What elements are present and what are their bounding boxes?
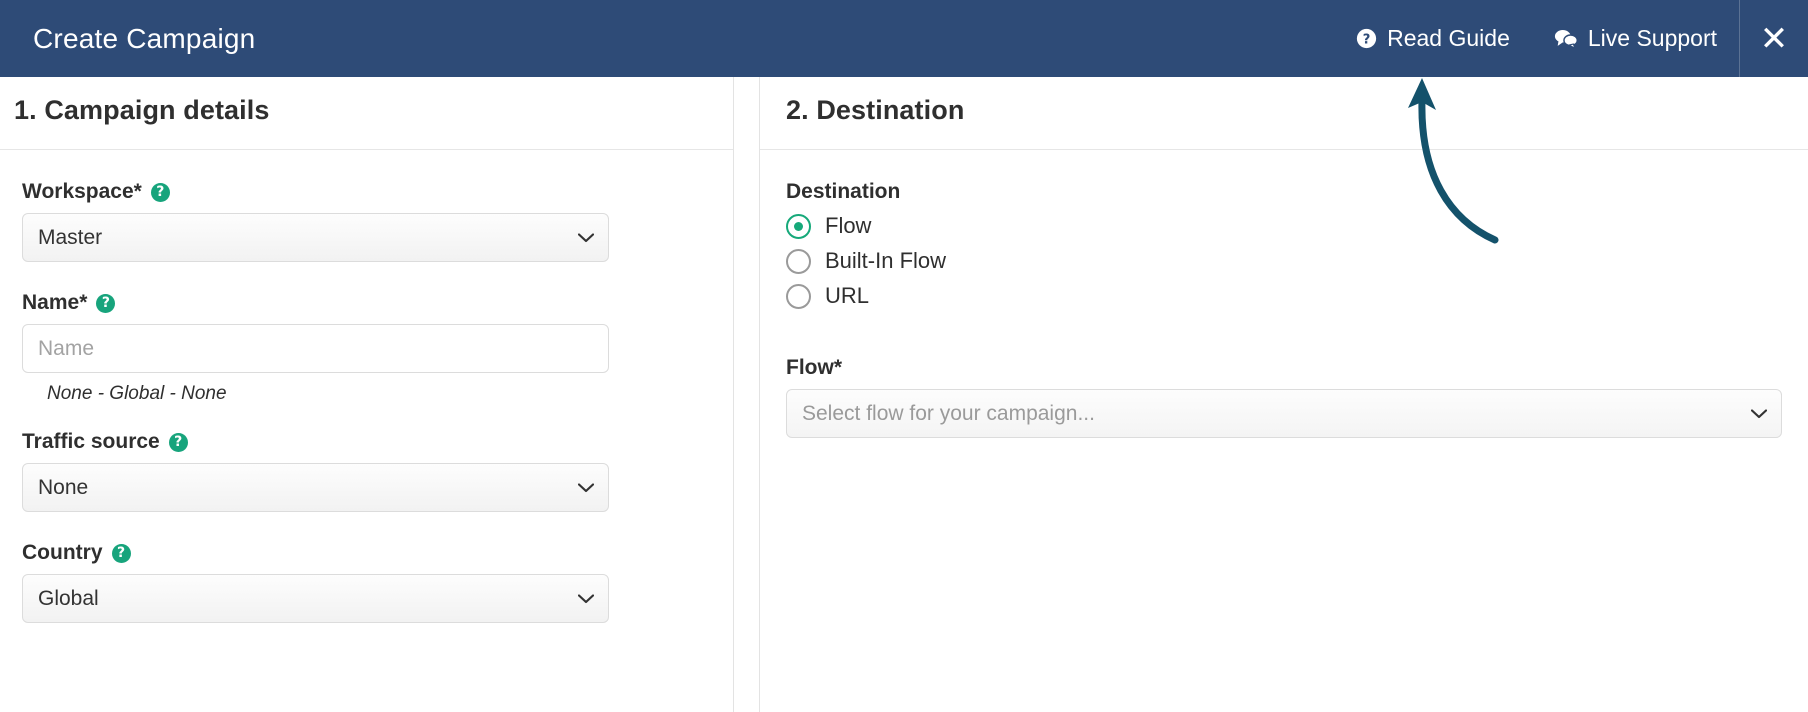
radio-icon-flow[interactable] (786, 213, 811, 239)
campaign-details-panel: 1. Campaign details Workspace* ? Master (0, 77, 733, 712)
country-help-icon[interactable]: ? (111, 543, 131, 563)
radio-label-flow: Flow (825, 213, 872, 238)
flow-label: Flow* (786, 356, 842, 379)
workspace-label-row: Workspace* ? (22, 180, 719, 204)
workspace-field: Workspace* ? Master (22, 180, 719, 262)
flow-placeholder: Select flow for your campaign... (802, 401, 1095, 425)
chevron-down-icon (578, 230, 594, 246)
flow-field: Flow* Select flow for your campaign... (786, 356, 1782, 438)
close-icon: ✕ (1759, 18, 1789, 59)
name-help-icon[interactable]: ? (96, 293, 116, 313)
flow-label-row: Flow* (786, 356, 1782, 380)
radio-icon-url[interactable] (786, 283, 811, 309)
campaign-details-title: 1. Campaign details (14, 95, 270, 125)
traffic-source-label: Traffic source (22, 430, 160, 453)
name-label: Name* (22, 291, 88, 314)
chevron-down-icon (1751, 406, 1767, 422)
destination-title: 2. Destination (786, 95, 965, 125)
radio-icon-built-in-flow[interactable] (786, 248, 811, 274)
close-button[interactable]: ✕ (1740, 0, 1808, 77)
traffic-source-label-row: Traffic source ? (22, 430, 719, 454)
radio-option-url[interactable]: URL (786, 283, 1782, 309)
svg-text:?: ? (1363, 32, 1371, 47)
read-guide-label: Read Guide (1387, 25, 1510, 51)
country-value: Global (38, 586, 99, 610)
radio-label-url: URL (825, 283, 870, 308)
traffic-source-value: None (38, 475, 89, 499)
workspace-value: Master (38, 225, 103, 249)
traffic-source-select[interactable]: None (22, 463, 609, 512)
live-support-label: Live Support (1587, 25, 1717, 51)
modal-body: 1. Campaign details Workspace* ? Master (0, 77, 1808, 712)
modal-header: Create Campaign ? Read Guide Live Suppor… (0, 0, 1808, 77)
radio-label-built-in-flow: Built-In Flow (825, 248, 947, 273)
name-field: Name* ? None - Global - None (22, 291, 719, 405)
name-label-row: Name* ? (22, 291, 719, 315)
live-support-link[interactable]: Live Support (1532, 25, 1739, 52)
panel-divider-left (733, 77, 734, 712)
chevron-down-icon (578, 480, 594, 496)
country-label: Country (22, 541, 103, 564)
country-label-row: Country ? (22, 541, 719, 565)
traffic-source-help-icon[interactable]: ? (168, 432, 188, 452)
read-guide-link[interactable]: ? Read Guide (1334, 25, 1532, 52)
create-campaign-modal: Create Campaign ? Read Guide Live Suppor… (0, 0, 1808, 712)
chevron-down-icon (578, 591, 594, 607)
traffic-source-field: Traffic source ? None (22, 430, 719, 512)
workspace-label: Workspace* (22, 180, 142, 203)
radio-option-built-in-flow[interactable]: Built-In Flow (786, 248, 1782, 274)
workspace-select[interactable]: Master (22, 213, 609, 262)
chat-bubbles-icon (1554, 28, 1578, 49)
question-circle-icon: ? (1356, 28, 1377, 49)
destination-group-label: Destination (786, 180, 901, 203)
destination-form: Destination Flow Built-In Flow URL Flow*… (760, 150, 1808, 438)
workspace-help-icon[interactable]: ? (150, 182, 170, 202)
destination-panel: 2. Destination Destination Flow Built-In… (760, 77, 1808, 712)
campaign-details-form: Workspace* ? Master Name* ? Name None - … (0, 150, 733, 623)
name-helper-text: None - Global - None (47, 383, 227, 404)
country-field: Country ? Global (22, 541, 719, 623)
country-select[interactable]: Global (22, 574, 609, 623)
radio-option-flow[interactable]: Flow (786, 213, 1782, 239)
header-actions: ? Read Guide Live Support ✕ (1334, 0, 1808, 77)
page-title: Create Campaign (33, 22, 256, 54)
name-input[interactable] (22, 324, 609, 373)
scrollbar-track[interactable] (736, 77, 1488, 712)
flow-select[interactable]: Select flow for your campaign... (786, 389, 1782, 438)
